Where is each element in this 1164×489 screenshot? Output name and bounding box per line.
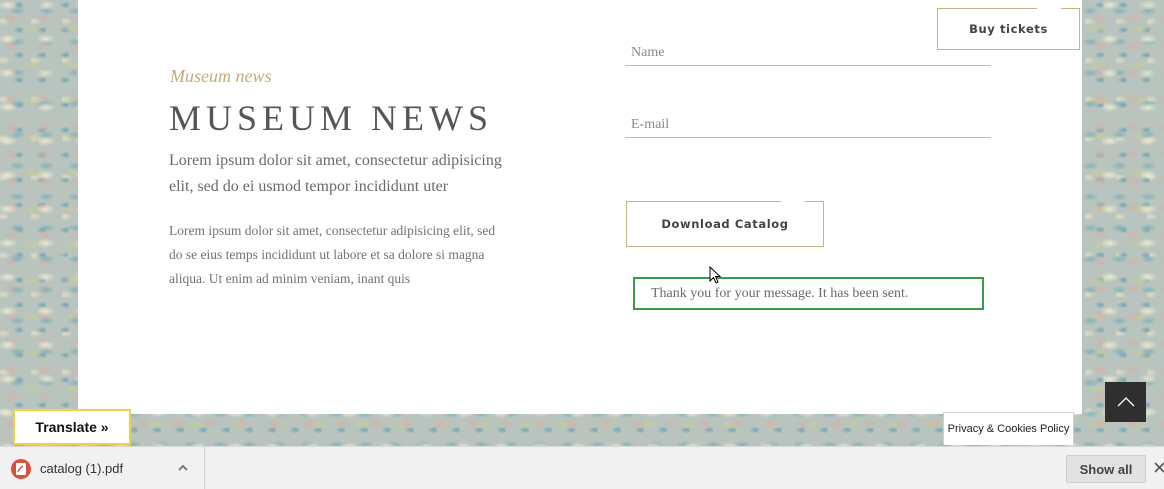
buy-tickets-label: Buy tickets — [969, 22, 1048, 36]
buy-tickets-button[interactable]: Buy tickets — [937, 8, 1080, 50]
success-message: Thank you for your message. It has been … — [633, 277, 984, 310]
close-icon[interactable] — [1153, 460, 1164, 474]
chevron-up-icon — [1117, 397, 1134, 407]
button-notch — [1037, 8, 1061, 11]
news-body-paragraph: Lorem ipsum dolor sit amet, consectetur … — [169, 223, 496, 286]
news-lead-paragraph: Lorem ipsum dolor sit amet, consectetur … — [169, 152, 502, 195]
download-catalog-label: Download Catalog — [661, 217, 789, 231]
pdf-file-icon — [11, 459, 31, 479]
download-item[interactable]: catalog (1).pdf — [0, 447, 205, 489]
scroll-to-top-button[interactable] — [1105, 382, 1146, 422]
email-field[interactable] — [625, 112, 991, 138]
news-kicker: Museum news — [170, 66, 272, 86]
page-title: MUSEUM NEWS — [169, 98, 494, 138]
button-notch — [781, 201, 805, 204]
chevron-up-icon[interactable] — [177, 461, 189, 475]
download-file-name: catalog (1).pdf — [40, 461, 124, 476]
download-shelf: catalog (1).pdf Show all — [0, 446, 1164, 489]
show-all-button[interactable]: Show all — [1066, 455, 1146, 483]
mouse-cursor-icon — [709, 266, 722, 284]
privacy-policy-link[interactable]: Privacy & Cookies Policy — [943, 412, 1074, 445]
download-catalog-button[interactable]: Download Catalog — [626, 201, 824, 247]
translate-button[interactable]: Translate » — [13, 409, 131, 445]
